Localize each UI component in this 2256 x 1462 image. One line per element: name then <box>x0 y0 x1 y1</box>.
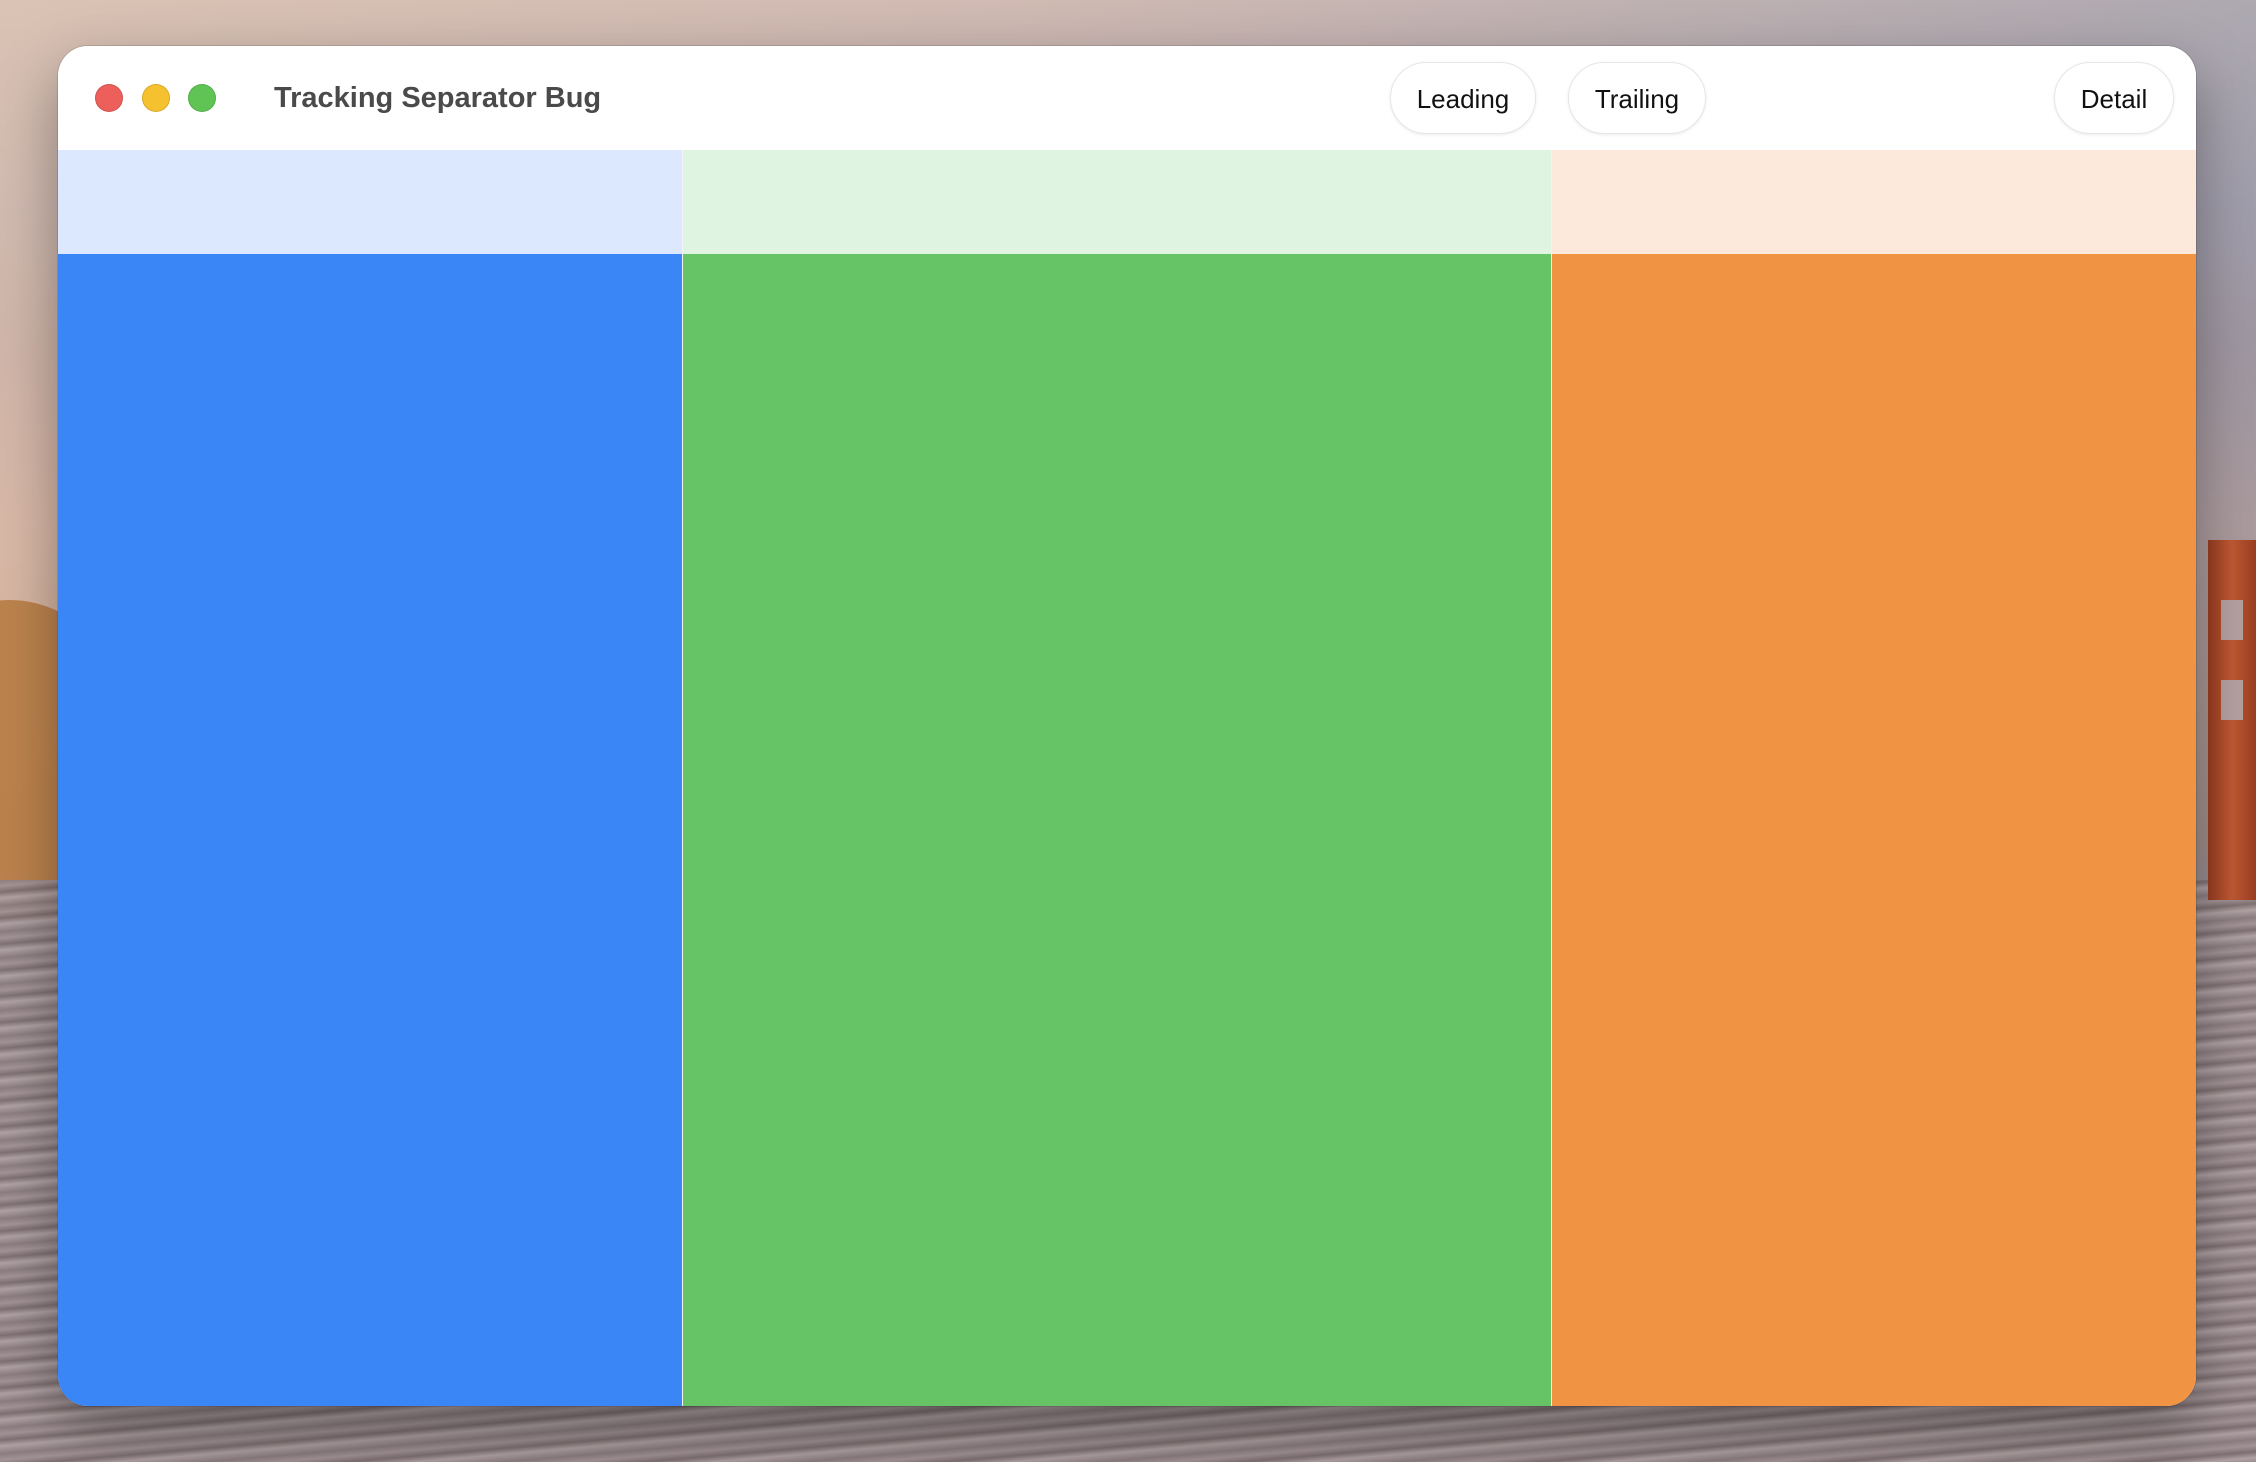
close-window-button[interactable] <box>95 84 123 112</box>
leading-column-header <box>58 150 682 254</box>
window-titlebar[interactable]: Tracking Separator Bug Leading Trailing … <box>58 46 2196 150</box>
split-view-content <box>58 150 2196 1406</box>
wallpaper-bridge-tower <box>2208 540 2256 900</box>
center-column[interactable] <box>683 150 1551 1406</box>
zoom-window-button[interactable] <box>188 84 216 112</box>
trailing-column[interactable] <box>1552 150 2196 1406</box>
trailing-button[interactable]: Trailing <box>1568 62 1706 134</box>
desktop-wallpaper: Tracking Separator Bug Leading Trailing … <box>0 0 2256 1462</box>
detail-button[interactable]: Detail <box>2054 62 2174 134</box>
leading-button[interactable]: Leading <box>1390 62 1536 134</box>
center-column-header <box>683 150 1551 254</box>
minimize-window-button[interactable] <box>142 84 170 112</box>
trailing-column-header <box>1552 150 2196 254</box>
wallpaper-bridge-gap <box>2221 680 2243 720</box>
app-window: Tracking Separator Bug Leading Trailing … <box>58 46 2196 1406</box>
window-title: Tracking Separator Bug <box>274 82 602 114</box>
wallpaper-bridge-gap <box>2221 600 2243 640</box>
leading-column[interactable] <box>58 150 682 1406</box>
